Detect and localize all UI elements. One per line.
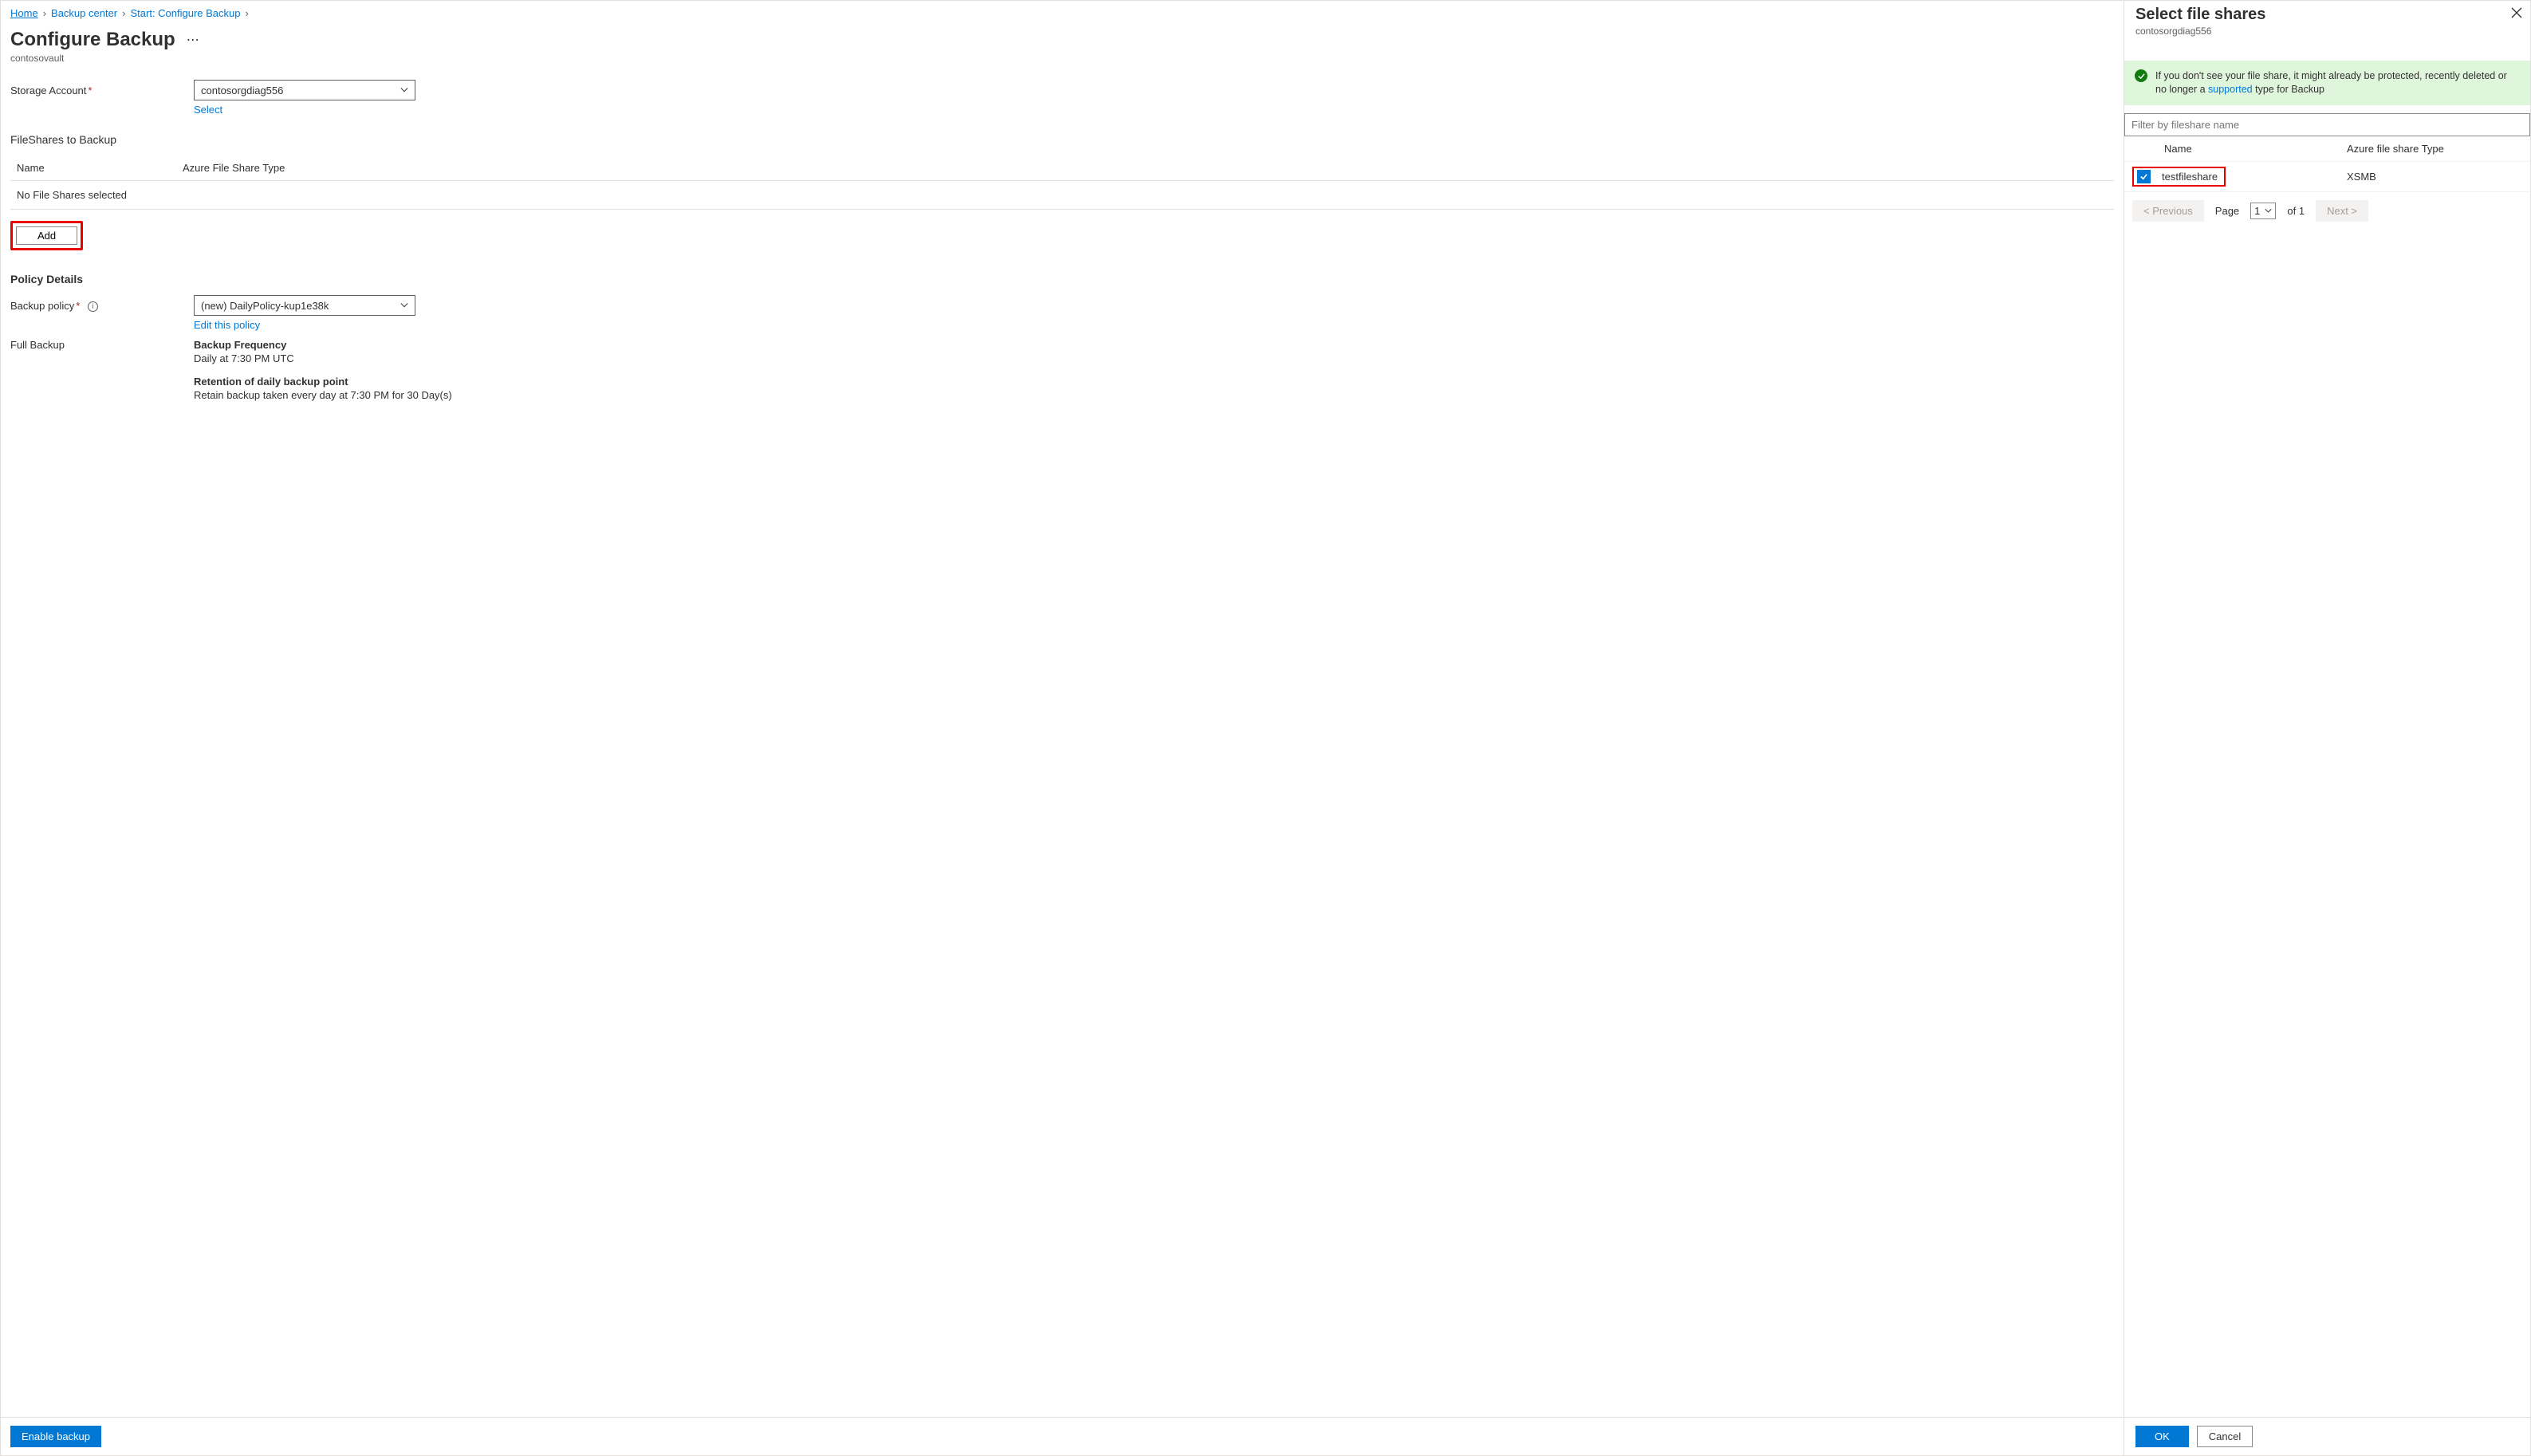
backup-policy-select[interactable]: (new) DailyPolicy-kup1e38k — [194, 295, 415, 316]
col-name-header: Name — [17, 162, 183, 174]
storage-account-label: Storage Account* — [10, 80, 194, 96]
storage-account-select[interactable]: contosorgdiag556 — [194, 80, 415, 100]
main-content: Storage Account* contosorgdiag556 Select… — [1, 72, 2124, 1417]
retention-heading: Retention of daily backup point — [194, 376, 2114, 388]
side-body: If you don't see your file share, it mig… — [2124, 45, 2530, 1417]
side-footer: OK Cancel — [2124, 1417, 2530, 1455]
backup-policy-label: Backup policy* i — [10, 295, 194, 312]
fileshares-empty-row: No File Shares selected — [10, 181, 2114, 210]
backup-frequency-heading: Backup Frequency — [194, 339, 2114, 351]
pager: < Previous Page 1 of 1 Next > — [2124, 192, 2530, 230]
page-of-label: of 1 — [2287, 205, 2305, 217]
side-subtitle: contosorgdiag556 — [2135, 26, 2519, 37]
supported-link[interactable]: supported — [2208, 84, 2253, 95]
page-select[interactable]: 1 — [2250, 203, 2276, 219]
info-icon[interactable]: i — [88, 301, 98, 312]
fileshare-type: XSMB — [2347, 171, 2522, 183]
page-label: Page — [2215, 205, 2239, 217]
page-title: Configure Backup — [10, 29, 175, 51]
breadcrumb-sep-icon: › — [122, 7, 125, 19]
side-pane: Select file shares contosorgdiag556 If y… — [2124, 0, 2531, 1456]
retention-text: Retain backup taken every day at 7:30 PM… — [194, 389, 2114, 401]
breadcrumb: Home › Backup center › Start: Configure … — [1, 1, 2124, 26]
breadcrumb-home[interactable]: Home — [10, 7, 38, 19]
next-button[interactable]: Next > — [2316, 200, 2368, 222]
storage-account-value: contosorgdiag556 — [201, 85, 283, 96]
fileshares-table-header: Name Azure File Share Type — [10, 155, 2114, 181]
chevron-down-icon — [400, 86, 408, 94]
success-check-icon — [2135, 69, 2147, 82]
policy-details-heading: Policy Details — [10, 273, 2114, 285]
fileshares-heading: FileShares to Backup — [10, 133, 2114, 146]
chevron-down-icon — [2265, 207, 2272, 214]
cancel-button[interactable]: Cancel — [2197, 1426, 2253, 1447]
main-footer: Enable backup — [1, 1417, 2124, 1455]
col-type-header: Azure File Share Type — [183, 162, 285, 174]
fileshare-table-header: Name Azure file share Type — [2124, 136, 2530, 162]
previous-button[interactable]: < Previous — [2132, 200, 2204, 222]
breadcrumb-sep-icon: › — [43, 7, 46, 19]
chevron-down-icon — [400, 301, 408, 309]
fs-col-name: Name — [2164, 143, 2347, 155]
page-subtitle: contosovault — [10, 53, 2114, 64]
backup-frequency-text: Daily at 7:30 PM UTC — [194, 352, 2114, 364]
edit-policy-link[interactable]: Edit this policy — [194, 319, 260, 331]
info-banner-text: If you don't see your file share, it mig… — [2155, 69, 2520, 96]
side-title: Select file shares — [2135, 6, 2519, 24]
enable-backup-button[interactable]: Enable backup — [10, 1426, 101, 1447]
required-asterisk-icon: * — [76, 300, 80, 312]
fileshare-row[interactable]: testfileshare XSMB — [2124, 162, 2530, 192]
add-highlight: Add — [10, 221, 83, 250]
main-pane: Home › Backup center › Start: Configure … — [0, 0, 2124, 1456]
add-button[interactable]: Add — [16, 226, 77, 245]
side-header: Select file shares contosorgdiag556 — [2124, 1, 2530, 45]
required-asterisk-icon: * — [88, 85, 92, 96]
ok-button[interactable]: OK — [2135, 1426, 2189, 1447]
breadcrumb-backup-center[interactable]: Backup center — [51, 7, 117, 19]
storage-select-link[interactable]: Select — [194, 104, 222, 116]
fileshare-name: testfileshare — [2162, 171, 2218, 183]
fs-col-type: Azure file share Type — [2347, 143, 2522, 155]
page-header: Configure Backup ⋯ contosovault — [1, 26, 2124, 72]
filter-input[interactable] — [2124, 113, 2530, 136]
fileshare-checkbox[interactable] — [2137, 170, 2151, 183]
breadcrumb-sep-icon: › — [246, 7, 249, 19]
breadcrumb-start-configure[interactable]: Start: Configure Backup — [130, 7, 240, 19]
close-icon[interactable] — [2511, 7, 2522, 18]
full-backup-label: Full Backup — [10, 339, 194, 412]
info-banner: If you don't see your file share, it mig… — [2124, 61, 2530, 105]
more-actions-icon[interactable]: ⋯ — [183, 32, 203, 48]
row-highlight: testfileshare — [2132, 167, 2226, 187]
backup-policy-value: (new) DailyPolicy-kup1e38k — [201, 300, 329, 312]
